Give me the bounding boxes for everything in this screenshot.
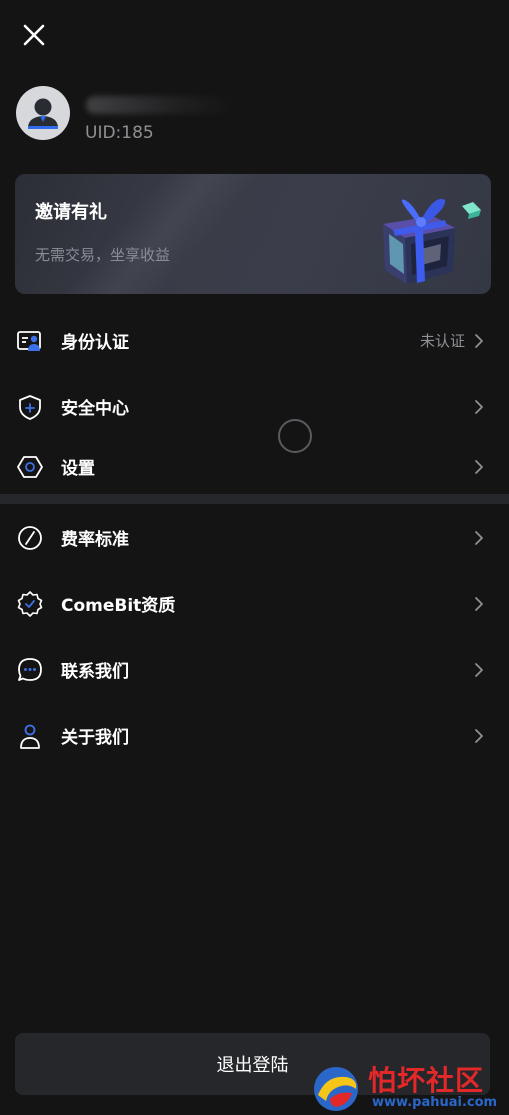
section-divider — [0, 494, 509, 504]
nickname-blurred — [86, 96, 236, 114]
menu-item-contact[interactable]: 联系我们 — [0, 641, 509, 697]
invite-title: 邀请有礼 — [35, 202, 107, 223]
watermark-title: 怕坏社区 — [368, 1064, 485, 1097]
card-shine — [15, 174, 282, 294]
loading-spinner — [278, 419, 312, 453]
avatar[interactable] — [16, 86, 70, 140]
menu-item-qualification[interactable]: ComeBit资质 — [0, 575, 509, 631]
watermark-url: www.pahuai.com — [372, 1095, 498, 1110]
chevron-right-icon — [475, 400, 483, 414]
person-icon — [20, 724, 40, 749]
identity-status: 未认证 — [419, 332, 465, 350]
menu-item-about[interactable]: 关于我们 — [0, 707, 509, 763]
uid-text: UID:185 — [85, 123, 154, 143]
fee-slash-icon — [18, 526, 42, 550]
menu-label-about: 关于我们 — [61, 728, 129, 748]
chevron-right-icon — [475, 531, 483, 545]
chevron-right-icon — [475, 334, 483, 348]
menu-item-security[interactable]: 安全中心 — [0, 378, 509, 434]
profile-drawer: UID:185 邀请有礼 无需交易，坐享收益 身份认证 未认证 安全中心 设置 … — [0, 0, 509, 1115]
shield-icon — [19, 395, 41, 420]
badge-icon — [17, 591, 43, 617]
menu-label-settings: 设置 — [61, 459, 95, 479]
menu-label-identity: 身份认证 — [61, 333, 129, 353]
watermark: 怕坏社区 www.pahuai.com — [308, 1055, 508, 1115]
watermark-logo-icon — [314, 1067, 358, 1111]
settings-hexagon-icon — [17, 456, 43, 478]
chat-bubble-icon — [18, 658, 42, 681]
menu-label-security: 安全中心 — [61, 399, 129, 419]
menu-item-identity[interactable]: 身份认证 未认证 — [0, 312, 509, 368]
gift-box-icon — [383, 198, 481, 284]
menu-label-qualification: ComeBit资质 — [61, 596, 176, 616]
menu-item-fees[interactable]: 费率标准 — [0, 509, 509, 565]
close-button[interactable] — [18, 20, 50, 52]
menu-label-fees: 费率标准 — [61, 530, 129, 550]
chevron-right-icon — [475, 663, 483, 677]
invite-banner[interactable]: 邀请有礼 无需交易，坐享收益 — [15, 174, 491, 294]
chevron-right-icon — [475, 460, 483, 474]
id-card-icon — [17, 331, 41, 351]
chevron-right-icon — [475, 729, 483, 743]
chevron-right-icon — [475, 597, 483, 611]
menu-label-contact: 联系我们 — [61, 662, 129, 682]
invite-subtitle: 无需交易，坐享收益 — [35, 246, 171, 264]
user-avatar-icon — [28, 98, 58, 129]
close-icon — [23, 24, 45, 46]
menu-item-settings[interactable]: 设置 — [0, 438, 509, 494]
